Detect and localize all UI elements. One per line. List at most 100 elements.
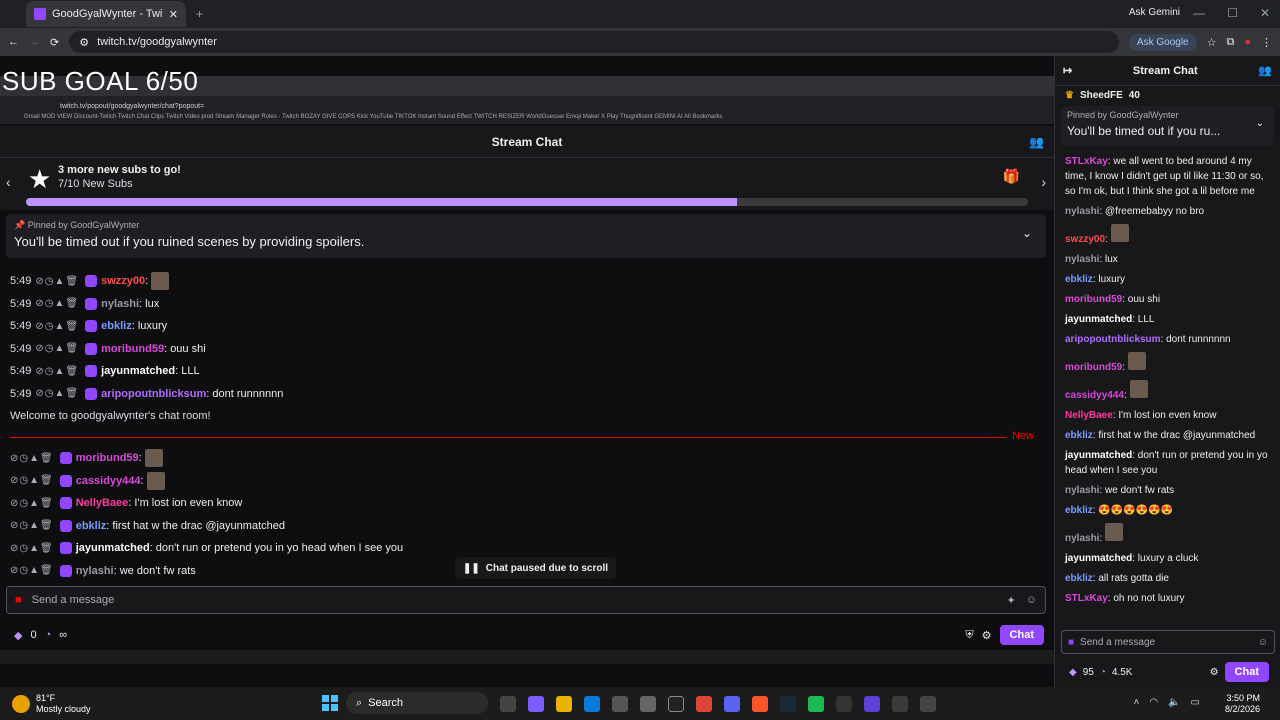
message-username[interactable]: STLxKay	[1065, 156, 1108, 167]
edge-icon[interactable]	[584, 696, 600, 712]
users-icon[interactable]: 👥	[1258, 64, 1272, 77]
message-username[interactable]: cassidyy444	[1065, 390, 1124, 401]
message-username[interactable]: nylashi	[101, 298, 139, 310]
goal-next-icon[interactable]: ›	[1041, 174, 1046, 190]
mod-tools-icon[interactable]: ⊘◷▲🗑	[10, 543, 54, 554]
sidebar-chat-input[interactable]: ■ Send a message ☺	[1061, 630, 1275, 654]
chat-input[interactable]: ■ Send a message ✦ ☺	[6, 586, 1046, 614]
mod-tools-icon[interactable]: ⊘◷▲🗑	[35, 388, 79, 399]
mod-tools-icon[interactable]: ⊘◷▲🗑	[35, 366, 79, 377]
message-username[interactable]: nylashi	[76, 565, 114, 577]
message-username[interactable]: nylashi	[1065, 533, 1099, 544]
chevron-up-icon[interactable]: ˄	[1134, 697, 1140, 708]
message-username[interactable]: NellyBaee	[76, 497, 129, 509]
message-username[interactable]: jayunmatched	[1065, 450, 1132, 461]
store-icon[interactable]	[612, 696, 628, 712]
message-username[interactable]: ebkliz	[1065, 274, 1093, 285]
emote-picker-icon[interactable]: ☺	[1258, 637, 1268, 648]
app3-icon[interactable]	[920, 696, 936, 712]
mod-tools-icon[interactable]: ⊘◷▲🗑	[10, 565, 54, 576]
calculator-icon[interactable]	[864, 696, 880, 712]
channel-points-icon[interactable]: ◆	[14, 629, 22, 642]
message-username[interactable]: NellyBaee	[1065, 410, 1113, 421]
shield-icon[interactable]: ⛨	[965, 629, 973, 642]
pinned-message[interactable]: 📌 Pinned by GoodGyalWynter You'll be tim…	[6, 214, 1046, 258]
reload-icon[interactable]: ⟳	[50, 36, 59, 49]
app2-icon[interactable]	[892, 696, 908, 712]
volume-icon[interactable]: 🔈	[1168, 697, 1180, 708]
message-username[interactable]: jayunmatched	[101, 365, 175, 377]
mod-tools-icon[interactable]: ⊘◷▲🗑	[35, 321, 79, 332]
back-icon[interactable]: ←	[8, 36, 19, 48]
weather-widget[interactable]: 81°F Mostly cloudy	[12, 693, 91, 715]
message-username[interactable]: ebkliz	[1065, 430, 1093, 441]
bookmark-star-icon[interactable]: ☆	[1207, 36, 1217, 49]
url-field[interactable]: ⚙ twitch.tv/goodgyalwynter	[69, 31, 1119, 53]
mod-tools-icon[interactable]: ⊘◷▲🗑	[35, 343, 79, 354]
message-username[interactable]: swzzy00	[101, 275, 145, 287]
message-username[interactable]: moribund59	[101, 343, 164, 355]
mod-tools-icon[interactable]: ⊘◷▲🗑	[10, 520, 54, 531]
brave-icon[interactable]	[752, 696, 768, 712]
chat-paused-button[interactable]: ❚❚ Chat paused due to scroll	[455, 557, 617, 579]
message-username[interactable]: nylashi	[1065, 206, 1099, 217]
site-info-icon[interactable]: ⚙	[79, 36, 89, 49]
ask-google-button[interactable]: Ask Google	[1128, 33, 1197, 51]
settings-icon[interactable]: ⚙	[1210, 667, 1219, 678]
profile-icon[interactable]: ●	[1244, 36, 1251, 48]
mod-tools-icon[interactable]: ⊘◷▲🗑	[10, 475, 54, 486]
steam-icon[interactable]	[780, 696, 796, 712]
leaderboard-row[interactable]: ♛ SheedFE 40	[1055, 86, 1280, 104]
chat-send-button[interactable]: Chat	[999, 625, 1044, 645]
message-username[interactable]: moribund59	[1065, 294, 1122, 305]
message-username[interactable]: moribund59	[76, 452, 139, 464]
message-username[interactable]: ebkliz	[101, 320, 132, 332]
gift-icon[interactable]: 🎁	[1003, 168, 1020, 185]
message-username[interactable]: nylashi	[1065, 254, 1099, 265]
message-username[interactable]: aripopoutnblicksum	[101, 388, 206, 400]
battery-icon[interactable]: ▭	[1191, 697, 1200, 708]
message-username[interactable]: swzzy00	[1065, 234, 1105, 245]
file-explorer-icon[interactable]	[556, 696, 572, 712]
channel-points-icon[interactable]: ◆	[1069, 667, 1077, 678]
browser-tab[interactable]: GoodGyalWynter - Twitch ✕	[26, 1, 186, 27]
message-username[interactable]: nylashi	[1065, 485, 1099, 496]
spotify-icon[interactable]	[808, 696, 824, 712]
message-username[interactable]: ebkliz	[1065, 505, 1093, 516]
taskbar-search[interactable]: ⌕ Search	[346, 692, 488, 714]
new-tab-icon[interactable]: +	[196, 7, 203, 21]
chevron-down-icon[interactable]: ⌄	[1022, 226, 1032, 240]
app-icon[interactable]	[640, 696, 656, 712]
message-username[interactable]: jayunmatched	[1065, 553, 1132, 564]
network-icon[interactable]: ◠	[1149, 697, 1158, 708]
maximize-icon[interactable]: ☐	[1227, 6, 1238, 20]
start-button[interactable]	[322, 695, 338, 711]
forward-icon[interactable]: →	[29, 36, 40, 48]
sidebar-pinned-message[interactable]: Pinned by GoodGyalWynter You'll be timed…	[1061, 106, 1274, 146]
stream-video[interactable]: SUB GOAL 6/50 twitch.tv/popout/goodgyalw…	[0, 56, 1054, 687]
minimize-icon[interactable]: —	[1193, 6, 1205, 20]
chevron-down-icon[interactable]: ⌄	[1256, 118, 1264, 129]
mod-tools-icon[interactable]: ⊘◷▲🗑	[35, 298, 79, 309]
goal-prev-icon[interactable]: ‹	[6, 174, 11, 190]
ask-gemini-button[interactable]: Ask Gemini	[1129, 7, 1180, 18]
users-icon[interactable]: 👥	[1029, 135, 1044, 149]
bits-icon[interactable]: ✦	[1007, 594, 1016, 607]
settings-icon[interactable]: ⚙	[982, 629, 992, 642]
clock[interactable]: 3:50 PM 8/2/2026	[1225, 693, 1260, 715]
message-username[interactable]: STLxKay	[1065, 593, 1108, 604]
task-view-icon[interactable]	[500, 696, 516, 712]
mod-tools-icon[interactable]: ⊘◷▲🗑	[35, 276, 79, 287]
capcut-icon[interactable]	[668, 696, 684, 712]
close-tab-icon[interactable]: ✕	[169, 8, 178, 21]
mod-tools-icon[interactable]: ⊘◷▲🗑	[10, 453, 54, 464]
extensions-icon[interactable]: ⧉	[1226, 36, 1234, 49]
close-window-icon[interactable]: ✕	[1260, 6, 1270, 20]
mod-tools-icon[interactable]: ⊘◷▲🗑	[10, 498, 54, 509]
copilot-icon[interactable]	[528, 696, 544, 712]
message-username[interactable]: jayunmatched	[1065, 314, 1132, 325]
message-username[interactable]: moribund59	[1065, 362, 1122, 373]
emote-picker-icon[interactable]: ☺	[1026, 594, 1037, 606]
collapse-icon[interactable]: ↦	[1063, 64, 1072, 77]
chrome-icon[interactable]	[696, 696, 712, 712]
